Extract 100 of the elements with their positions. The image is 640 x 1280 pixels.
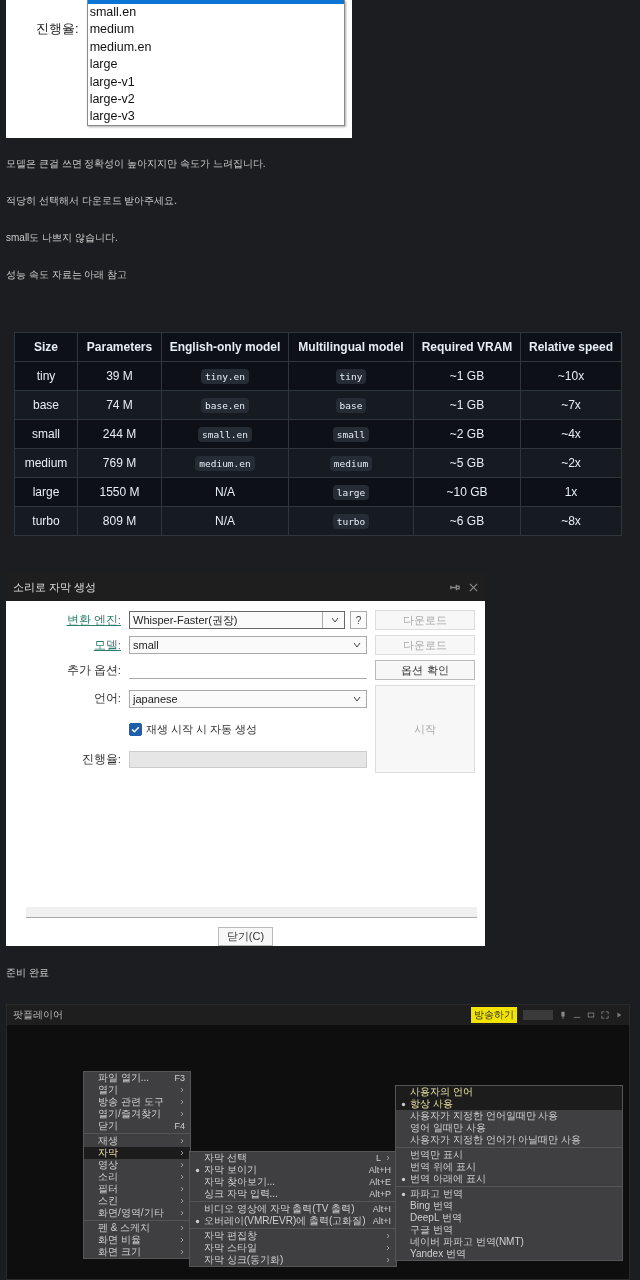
table-cell: 74 M bbox=[106, 398, 133, 412]
menu-item[interactable]: 열기/즐겨찾기 bbox=[84, 1108, 190, 1120]
menu-item[interactable]: 자막 편집창 bbox=[190, 1230, 396, 1242]
menu-item[interactable]: 방송 관련 도구 bbox=[84, 1096, 190, 1108]
menu-item[interactable]: DeepL 번역 bbox=[396, 1212, 622, 1224]
menu-item[interactable]: 영상 bbox=[84, 1159, 190, 1171]
table-cell: medium bbox=[24, 456, 68, 470]
chevron-icon[interactable] bbox=[331, 617, 339, 623]
table-cell: tiny bbox=[36, 369, 56, 383]
dropdown-option[interactable]: large-v3 bbox=[87, 108, 344, 126]
menu-item[interactable]: 사용자의 언어 bbox=[396, 1086, 622, 1098]
menu-item[interactable]: 싱크 자막 입력... Alt+P bbox=[190, 1188, 396, 1200]
play-icon[interactable] bbox=[615, 1011, 623, 1019]
menu-item[interactable]: 사용자가 지정한 언어가 아닐때만 사용 bbox=[396, 1134, 622, 1146]
menu-item[interactable]: 필터 bbox=[84, 1183, 190, 1195]
note-text: 성능 속도 자료는 아래 참고 bbox=[6, 268, 129, 282]
status-text: 준비 완료 bbox=[6, 966, 50, 980]
dropdown-option[interactable]: large-v1 bbox=[87, 73, 344, 92]
check-dot-icon bbox=[400, 1191, 406, 1197]
maximize-icon[interactable] bbox=[587, 1011, 595, 1019]
menu-item[interactable]: 자막 보이기 Alt+H bbox=[190, 1164, 396, 1176]
column-header: English-only model bbox=[161, 333, 288, 361]
close-icon[interactable] bbox=[468, 581, 479, 593]
menu-item[interactable]: 화면 크기 bbox=[84, 1246, 190, 1258]
table-cell: ~1 GB bbox=[449, 398, 485, 412]
field-label: 추가 옵션: bbox=[66, 662, 121, 678]
menu-item[interactable]: 항상 사용 bbox=[396, 1098, 622, 1110]
menu-item[interactable]: 자막 선택 L bbox=[190, 1152, 396, 1164]
fullscreen-icon[interactable] bbox=[601, 1011, 609, 1019]
table-cell: large bbox=[32, 485, 60, 499]
chevron-icon[interactable] bbox=[353, 695, 361, 702]
column-header: Relative speed bbox=[520, 333, 621, 361]
menu-item[interactable]: 재생 bbox=[84, 1135, 190, 1147]
options-button[interactable]: 옵션 확인 bbox=[375, 660, 475, 680]
dropdown-option[interactable]: large-v2 bbox=[87, 91, 344, 109]
column-header: Multilingual model bbox=[288, 333, 413, 361]
dropdown-option[interactable]: large bbox=[87, 56, 344, 74]
menu-item[interactable]: 네이버 파파고 번역(NMT) bbox=[396, 1236, 622, 1248]
engine-select[interactable]: Whisper-Faster(권장) bbox=[129, 611, 345, 629]
menu-item[interactable]: 번역만 표시 bbox=[396, 1149, 622, 1161]
dropdown-option[interactable]: small.en bbox=[87, 4, 344, 22]
menu-item[interactable]: 번역 위에 표시 bbox=[396, 1161, 622, 1173]
table-cell: ~2 GB bbox=[449, 427, 485, 441]
field-label: 언어: bbox=[93, 691, 121, 707]
code-cell: tiny bbox=[335, 368, 367, 384]
table-cell: 1550 M bbox=[99, 485, 140, 499]
menu-item[interactable]: 비디오 영상에 자막 출력(TV 출력) Alt+I bbox=[190, 1203, 396, 1215]
language-select[interactable]: japanese bbox=[129, 689, 367, 708]
field-label: 진행율: bbox=[81, 752, 121, 768]
broadcast-button[interactable]: 방송하기 bbox=[471, 1007, 517, 1023]
help-button[interactable]: ? bbox=[350, 611, 367, 629]
menu-item[interactable]: 자막 싱크(동기화) bbox=[190, 1254, 396, 1266]
window-title: 소리로 자막 생성 bbox=[13, 579, 98, 595]
checkbox[interactable] bbox=[129, 723, 142, 736]
dropdown-option[interactable]: medium bbox=[87, 21, 344, 39]
code-cell: small.en bbox=[198, 426, 252, 442]
table-cell: turbo bbox=[32, 514, 60, 528]
menu-item[interactable]: 펜 & 스케치 bbox=[84, 1222, 190, 1234]
check-dot-icon bbox=[194, 1218, 200, 1224]
menu-item[interactable]: 화면/영역/기타 bbox=[84, 1207, 190, 1219]
menu-item[interactable]: 영어 일때만 사용 bbox=[396, 1122, 622, 1134]
note-text: 모델은 큰걸 쓰면 정확성이 높아지지만 속도가 느려집니다. bbox=[6, 157, 267, 171]
code-cell: base.en bbox=[200, 397, 249, 413]
menu-item[interactable]: 파파고 번역 bbox=[396, 1188, 622, 1200]
table-cell: ~6 GB bbox=[449, 514, 485, 528]
code-cell: tiny.en bbox=[200, 368, 249, 384]
menu-item[interactable]: 사용자가 지정한 언어일때만 사용 bbox=[396, 1110, 622, 1122]
check-dot-icon bbox=[400, 1101, 406, 1107]
table-cell: base bbox=[33, 398, 59, 412]
table-cell: N/A bbox=[215, 485, 235, 499]
menu-item[interactable]: 열기 bbox=[84, 1084, 190, 1096]
menu-item[interactable]: 자막 bbox=[84, 1147, 190, 1159]
close-button[interactable]: 닫기(C) bbox=[218, 927, 273, 946]
menu-item[interactable]: 자막 찾아보기... Alt+E bbox=[190, 1176, 396, 1188]
table-cell: ~2x bbox=[561, 456, 581, 470]
menu-item[interactable]: Bing 번역 bbox=[396, 1200, 622, 1212]
menu-item[interactable]: 오버레이(VMR/EVR)에 출력(고화질) Alt+I bbox=[190, 1215, 396, 1227]
note-text: 적당히 선택해서 다운로드 받아주세요. bbox=[6, 194, 179, 208]
table-cell: ~1 GB bbox=[449, 369, 485, 383]
menu-item[interactable]: 소리 bbox=[84, 1171, 190, 1183]
table-cell: 809 M bbox=[102, 514, 137, 528]
menu-item[interactable]: 번역 아래에 표시 bbox=[396, 1173, 622, 1185]
engine-link[interactable]: 변환 엔진: bbox=[66, 612, 121, 628]
pin-icon[interactable] bbox=[559, 1011, 567, 1019]
model-link[interactable]: 모델: bbox=[93, 637, 121, 653]
table-cell: 1x bbox=[564, 485, 578, 499]
menu-item[interactable]: 닫기 F4 bbox=[84, 1120, 190, 1132]
table-cell: ~5 GB bbox=[449, 456, 485, 470]
menu-item[interactable]: 구글 번역 bbox=[396, 1224, 622, 1236]
menu-item[interactable]: 파일 열기... F3 bbox=[84, 1072, 190, 1084]
model-select[interactable]: small bbox=[129, 636, 367, 654]
check-dot-icon bbox=[194, 1167, 200, 1173]
table-cell: ~10 GB bbox=[446, 485, 488, 499]
chevron-icon[interactable] bbox=[353, 642, 361, 648]
menu-item[interactable]: 자막 스타일 bbox=[190, 1242, 396, 1254]
menu-item[interactable]: 스킨 bbox=[84, 1195, 190, 1207]
menu-item[interactable]: 화면 비율 bbox=[84, 1234, 190, 1246]
progress-label: 진행율: bbox=[36, 20, 79, 38]
dropdown-option[interactable]: medium.en bbox=[87, 38, 344, 57]
menu-item[interactable]: Yandex 번역 bbox=[396, 1248, 622, 1260]
